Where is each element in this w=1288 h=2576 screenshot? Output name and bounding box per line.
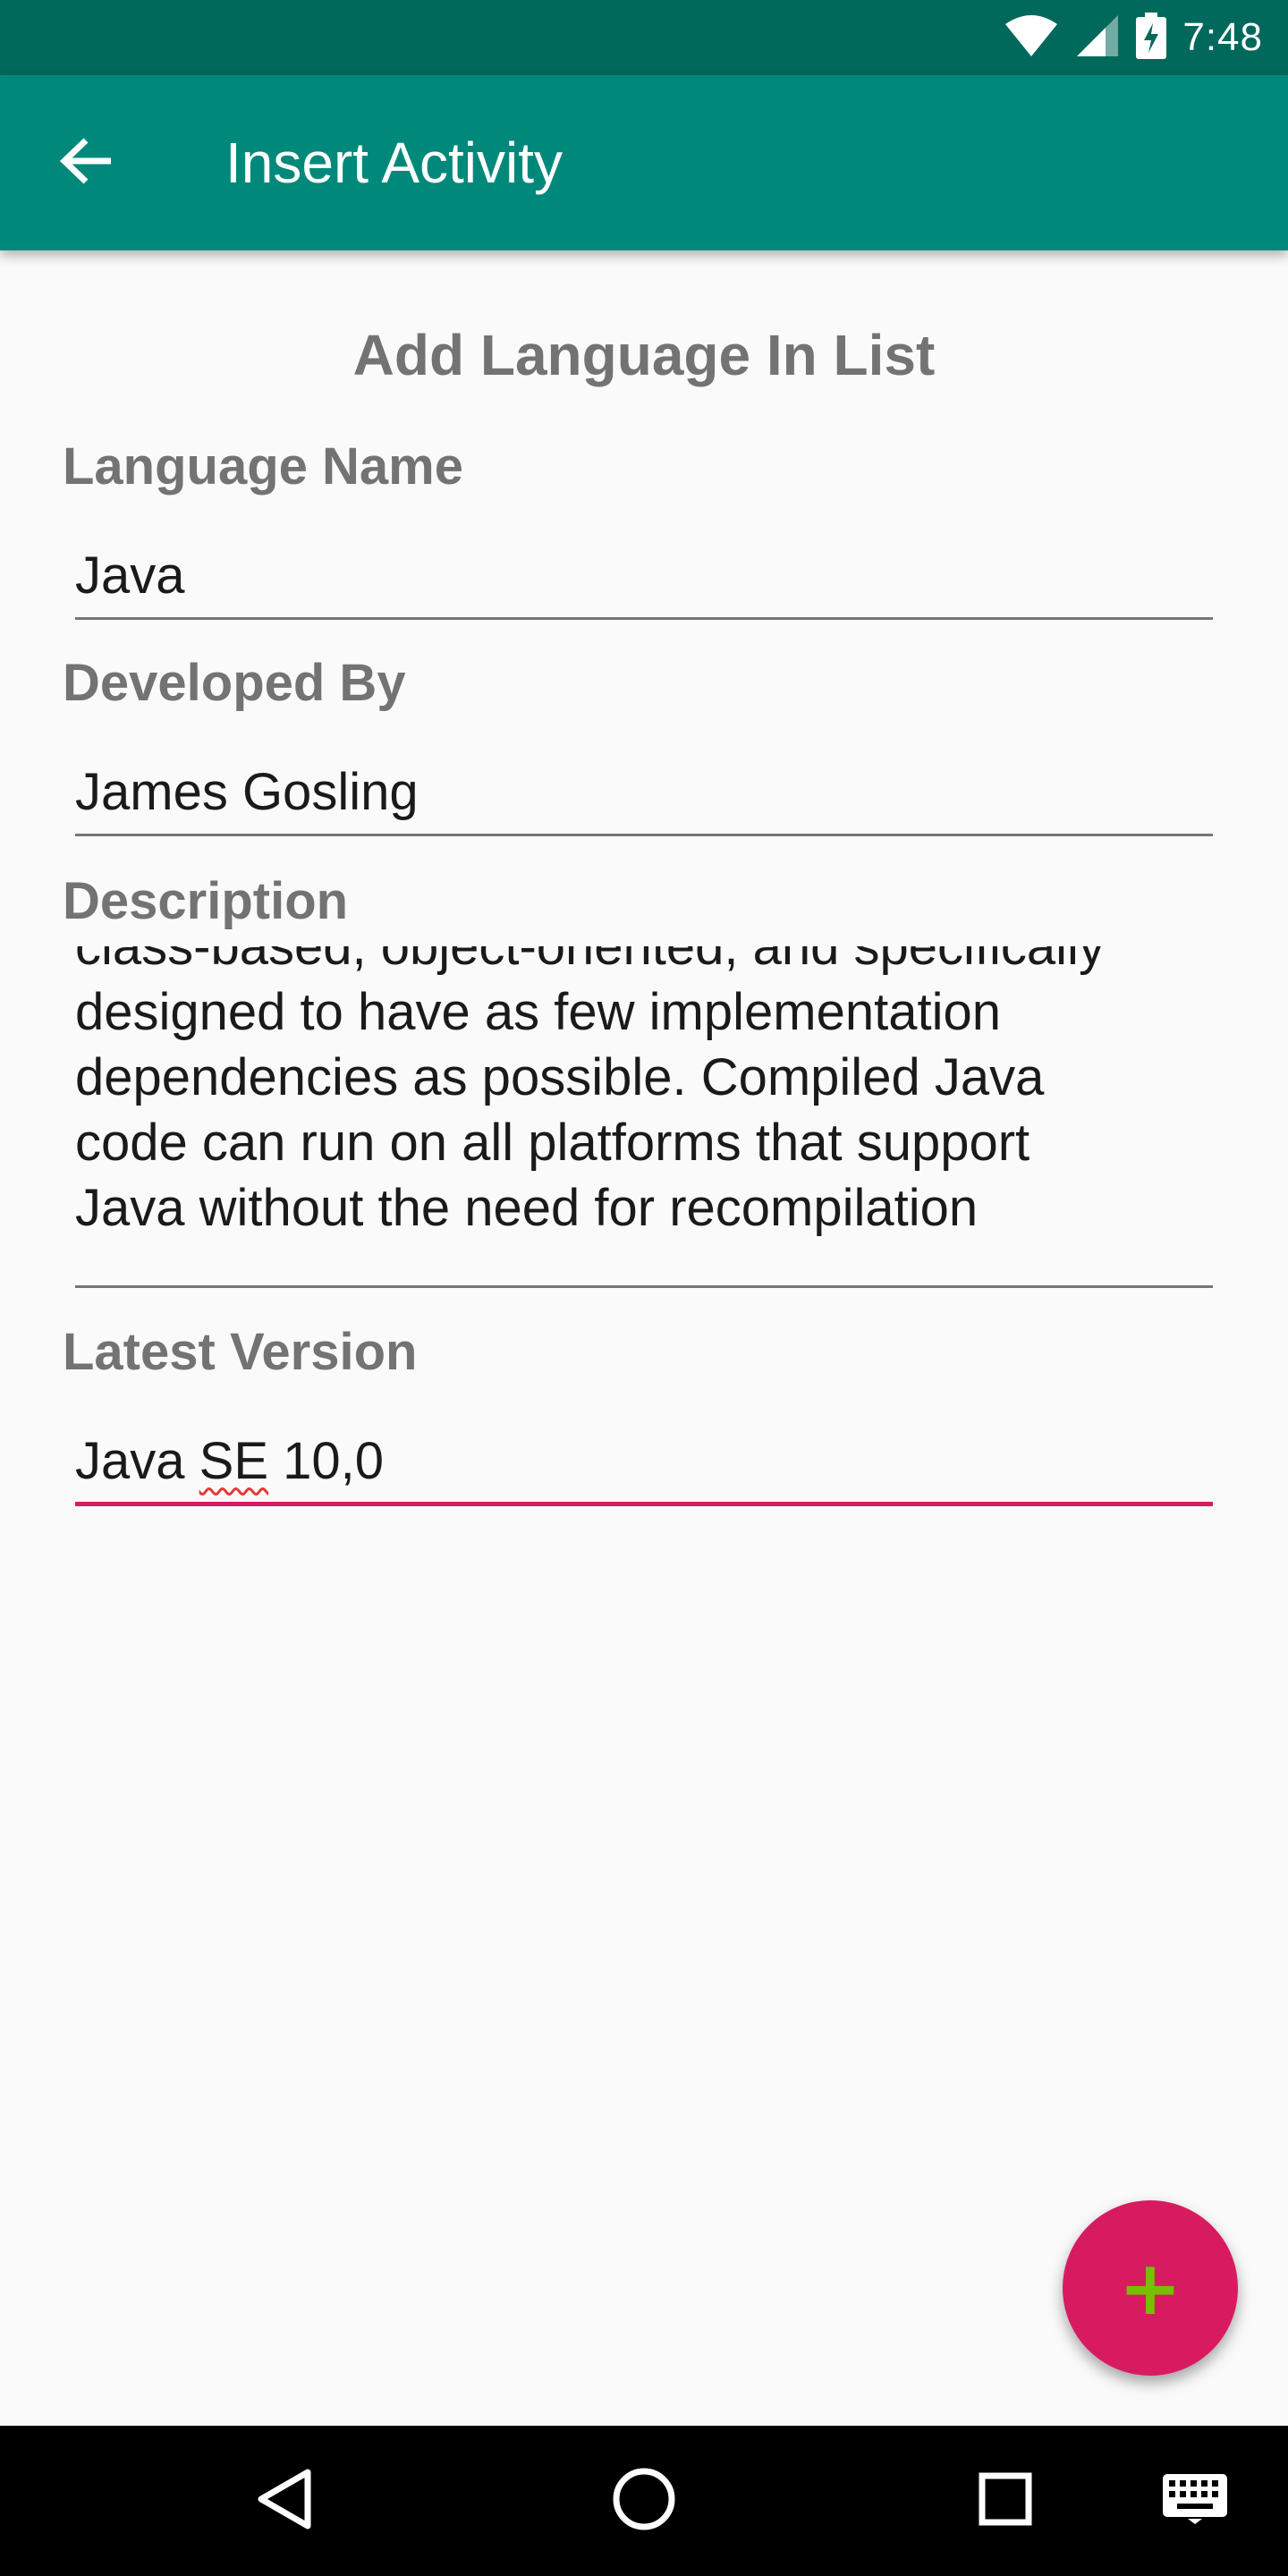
language-name-underline [75, 617, 1213, 620]
plus-icon: + [1118, 2244, 1182, 2332]
battery-charging-icon [1136, 12, 1167, 64]
misspelled-word: SE [199, 1432, 269, 1490]
nav-back-button[interactable] [222, 2426, 347, 2576]
description-line: designed to have as few implementation [75, 983, 1001, 1041]
recents-square-icon [979, 2472, 1032, 2530]
latest-version-prefix: Java [75, 1432, 199, 1490]
developed-by-label: Developed By [63, 654, 406, 712]
status-time: 7:48 [1182, 15, 1263, 59]
description-line: class-based, object-oriented, and specif… [75, 946, 1105, 976]
status-icons: 7:48 [1004, 0, 1263, 75]
latest-version-underline [75, 1502, 1213, 1506]
back-triangle-icon [256, 2468, 313, 2535]
developed-by-underline [75, 834, 1213, 836]
latest-version-suffix: 10,0 [268, 1432, 385, 1490]
navigation-bar [0, 2426, 1288, 2576]
page-heading: Add Language In List [352, 323, 936, 387]
language-name-label: Language Name [63, 437, 463, 496]
keyboard-icon [1163, 2473, 1227, 2529]
cell-signal-icon [1075, 13, 1120, 63]
description-text: class-based, object-oriented, and specif… [75, 946, 1105, 1241]
latest-version-input[interactable]: Java SE 10,0 [75, 1431, 1213, 1491]
developed-by-input[interactable]: James Gosling [75, 762, 1213, 822]
app-bar: Insert Activity [0, 75, 1288, 250]
language-name-input[interactable]: Java [75, 546, 1213, 606]
description-input[interactable]: class-based, object-oriented, and specif… [75, 946, 1238, 1286]
add-fab-button[interactable]: + [1063, 2200, 1238, 2376]
back-button[interactable] [43, 120, 129, 206]
description-label: Description [63, 872, 349, 930]
screen: 7:48 Insert Activity Add Language In Lis… [0, 0, 1288, 2576]
nav-recents-button[interactable] [943, 2426, 1068, 2576]
home-circle-icon [612, 2467, 676, 2536]
nav-keyboard-button[interactable] [1132, 2426, 1258, 2576]
description-line: Java without the need for recompilation [75, 1179, 979, 1237]
description-underline [75, 1285, 1213, 1288]
latest-version-label: Latest Version [63, 1323, 418, 1381]
wifi-icon [1004, 13, 1059, 63]
arrow-left-icon [59, 137, 113, 190]
description-line: code can run on all platforms that suppo… [75, 1114, 1030, 1172]
nav-home-button[interactable] [581, 2426, 707, 2576]
status-bar: 7:48 [0, 0, 1288, 75]
app-title: Insert Activity [225, 131, 563, 195]
description-line: dependencies as possible. Compiled Java [75, 1048, 1045, 1106]
